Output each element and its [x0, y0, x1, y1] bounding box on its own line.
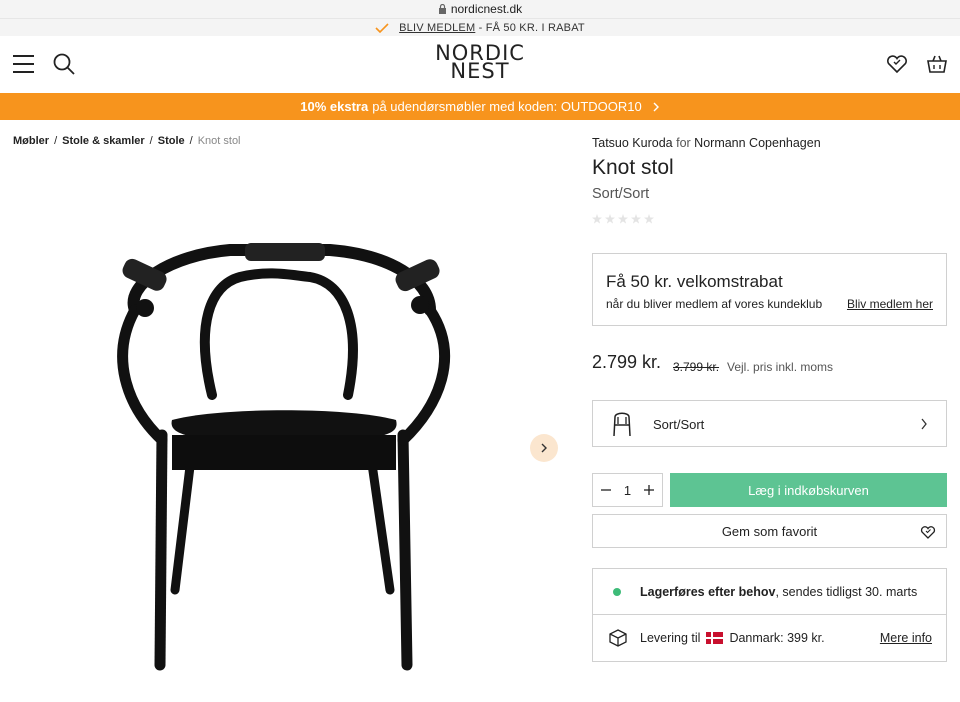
quantity-input[interactable] [617, 482, 638, 498]
image-next-button[interactable] [530, 434, 558, 462]
breadcrumb-item-furniture[interactable]: Møbler [13, 135, 49, 147]
add-to-cart-button[interactable]: Læg i indkøbskurven [670, 473, 947, 507]
site-header: NORDIC NEST [0, 36, 960, 93]
variant-select[interactable]: Sort/Sort [592, 400, 947, 447]
stock-status-text: , sendes tidligst 30. marts [775, 585, 918, 599]
campaign-bold: 10% ekstra [300, 99, 369, 114]
breadcrumb-separator: / [149, 135, 153, 147]
breadcrumb-item-chairs[interactable]: Stole [158, 135, 185, 147]
breadcrumb-separator: / [189, 135, 193, 147]
campaign-banner[interactable]: 10% ekstra på udendørsmøbler med koden: … [0, 93, 960, 120]
save-favorite-label: Gem som favorit [721, 523, 818, 539]
stock-row: Lagerføres efter behov, sendes tidligst … [593, 569, 946, 615]
more-info-link[interactable]: Mere info [880, 631, 932, 645]
delivery-prefix: Levering til [640, 631, 701, 645]
product-variant-subtitle: Sort/Sort [592, 186, 650, 202]
designer-for: for [676, 136, 691, 150]
stock-status-bold: Lagerføres efter behov [640, 585, 776, 599]
stock-delivery-box: Lagerføres efter behov, sendes tidligst … [592, 568, 947, 662]
delivery-info: Levering til Danmark: 399 kr. [640, 631, 825, 645]
price-note: Vejl. pris inkl. moms [727, 360, 834, 374]
stock-status-dot [613, 588, 621, 596]
check-icon [375, 22, 389, 33]
delivery-row: Levering til Danmark: 399 kr. Mere info [593, 615, 946, 662]
become-member-link[interactable]: BLIV MEDLEM [399, 22, 475, 34]
basket-icon[interactable] [925, 52, 949, 76]
star-icon [631, 214, 641, 224]
chevron-right-icon [541, 443, 547, 453]
save-favorite-button[interactable]: Gem som favorit [592, 514, 947, 548]
welcome-discount-box: Få 50 kr. velkomstrabat når du bliver me… [592, 253, 947, 326]
stock-status: Lagerføres efter behov, sendes tidligst … [640, 585, 917, 599]
welcome-text: når du bliver medlem af vores kundeklub [606, 297, 823, 311]
denmark-flag-icon [706, 632, 724, 644]
brand-name[interactable]: Normann Copenhagen [694, 136, 820, 150]
star-icon [644, 214, 654, 224]
member-promo-text: - FÅ 50 KR. I RABAT [475, 21, 585, 34]
breadcrumb-item-chairs-stools[interactable]: Stole & skamler [62, 135, 145, 147]
old-price: 3.799 kr. [673, 360, 720, 374]
chair-icon [613, 412, 631, 437]
become-member-here-link[interactable]: Bliv medlem her [847, 297, 933, 311]
delivery-country-price: Danmark: 399 kr. [729, 631, 825, 645]
campaign-text: på udendørsmøbler med koden: OUTDOOR10 [372, 99, 642, 114]
url-text: nordicnest.dk [450, 2, 523, 16]
member-promo-bar: BLIV MEDLEM - FÅ 50 KR. I RABAT [0, 18, 960, 36]
breadcrumb: Møbler / Stole & skamler / Stole / Knot … [13, 135, 241, 147]
rating-stars[interactable] [592, 214, 654, 224]
product-image[interactable] [100, 235, 480, 680]
product-title: Knot stol [592, 156, 674, 179]
browser-url-bar[interactable]: nordicnest.dk [0, 0, 960, 18]
search-icon[interactable] [52, 52, 76, 76]
heart-icon[interactable] [885, 52, 909, 76]
star-icon [618, 214, 628, 224]
breadcrumb-separator: / [54, 135, 58, 147]
breadcrumb-current: Knot stol [197, 135, 241, 147]
plus-icon[interactable] [642, 483, 656, 497]
site-logo[interactable]: NORDIC NEST [420, 43, 540, 82]
current-price: 2.799 kr. [592, 352, 662, 372]
box-icon [609, 629, 627, 647]
quantity-stepper [592, 473, 663, 507]
lock-icon [438, 4, 446, 14]
star-icon [592, 214, 602, 224]
variant-select-value: Sort/Sort [653, 417, 705, 432]
menu-icon[interactable] [13, 55, 34, 73]
chevron-right-icon [653, 102, 659, 111]
heart-icon [920, 526, 936, 539]
star-icon [605, 214, 615, 224]
designer-line: Tatsuo Kuroda for Normann Copenhagen [592, 136, 821, 150]
minus-icon[interactable] [599, 483, 613, 497]
welcome-title: Få 50 kr. velkomstrabat [606, 272, 783, 291]
chevron-right-icon [921, 418, 927, 430]
designer-name[interactable]: Tatsuo Kuroda [592, 136, 673, 150]
